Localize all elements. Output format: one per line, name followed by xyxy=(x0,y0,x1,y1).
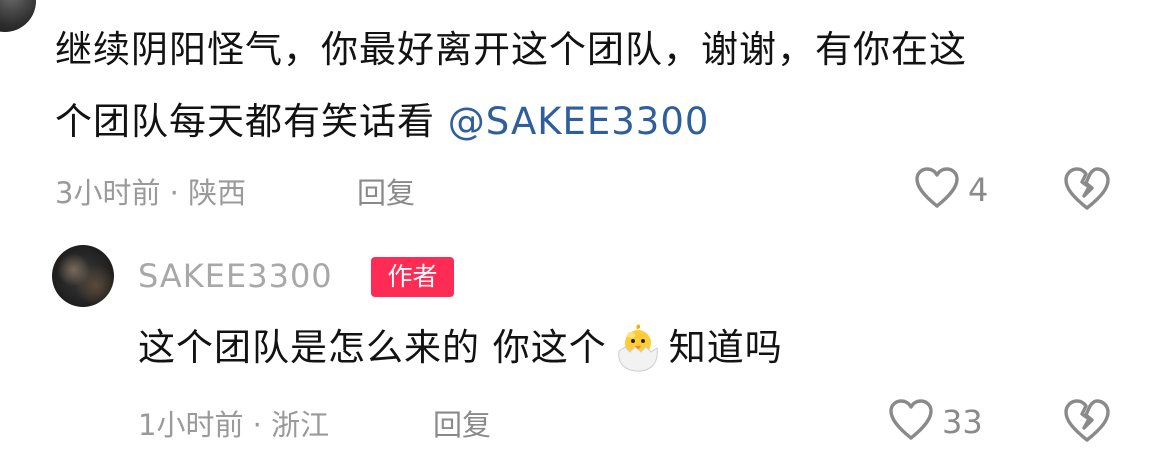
heart-outline-icon xyxy=(888,398,934,446)
reply-body: 这个团队是怎么来的 你这个 知道吗 xyxy=(138,318,783,378)
comment-body: 继续阴阳怪气，你最好离开这个团队，谢谢，有你在这 个团队每天都有笑话看 @SAK… xyxy=(55,14,1135,158)
broken-heart-icon xyxy=(1063,399,1111,448)
like-count: 4 xyxy=(968,171,989,209)
author-badge: 作者 xyxy=(371,257,454,297)
reply-text-part-2: 知道吗 xyxy=(668,326,783,369)
author-avatar[interactable] xyxy=(52,245,114,307)
comment-line-2-text: 个团队每天都有笑话看 xyxy=(55,100,435,143)
reply-reply-button[interactable]: 回复 xyxy=(433,402,491,444)
reply-meta: 1小时前 · 浙江 xyxy=(138,408,330,442)
reply-like-button[interactable]: 33 xyxy=(888,398,983,446)
mention-link[interactable]: @SAKEE3300 xyxy=(448,100,710,143)
comment-meta: 3小时前 · 陕西 xyxy=(55,176,247,210)
comment-line-1: 继续阴阳怪气，你最好离开这个团队，谢谢，有你在这 xyxy=(55,28,967,71)
author-username[interactable]: SAKEE3300 xyxy=(138,257,333,295)
reply-dislike-button[interactable] xyxy=(1063,398,1111,448)
broken-heart-icon xyxy=(1063,167,1111,216)
comment-line-2: 个团队每天都有笑话看 @SAKEE3300 xyxy=(55,86,1135,158)
like-button[interactable]: 4 xyxy=(914,166,988,214)
reply-text-part-1: 这个团队是怎么来的 你这个 xyxy=(138,326,607,369)
reply-button[interactable]: 回复 xyxy=(357,170,415,212)
dislike-button[interactable] xyxy=(1063,166,1111,216)
reply-like-count: 33 xyxy=(942,403,983,441)
commenter-avatar[interactable] xyxy=(0,0,36,32)
hatching-chick-emoji xyxy=(611,321,665,375)
heart-outline-icon xyxy=(914,166,960,214)
